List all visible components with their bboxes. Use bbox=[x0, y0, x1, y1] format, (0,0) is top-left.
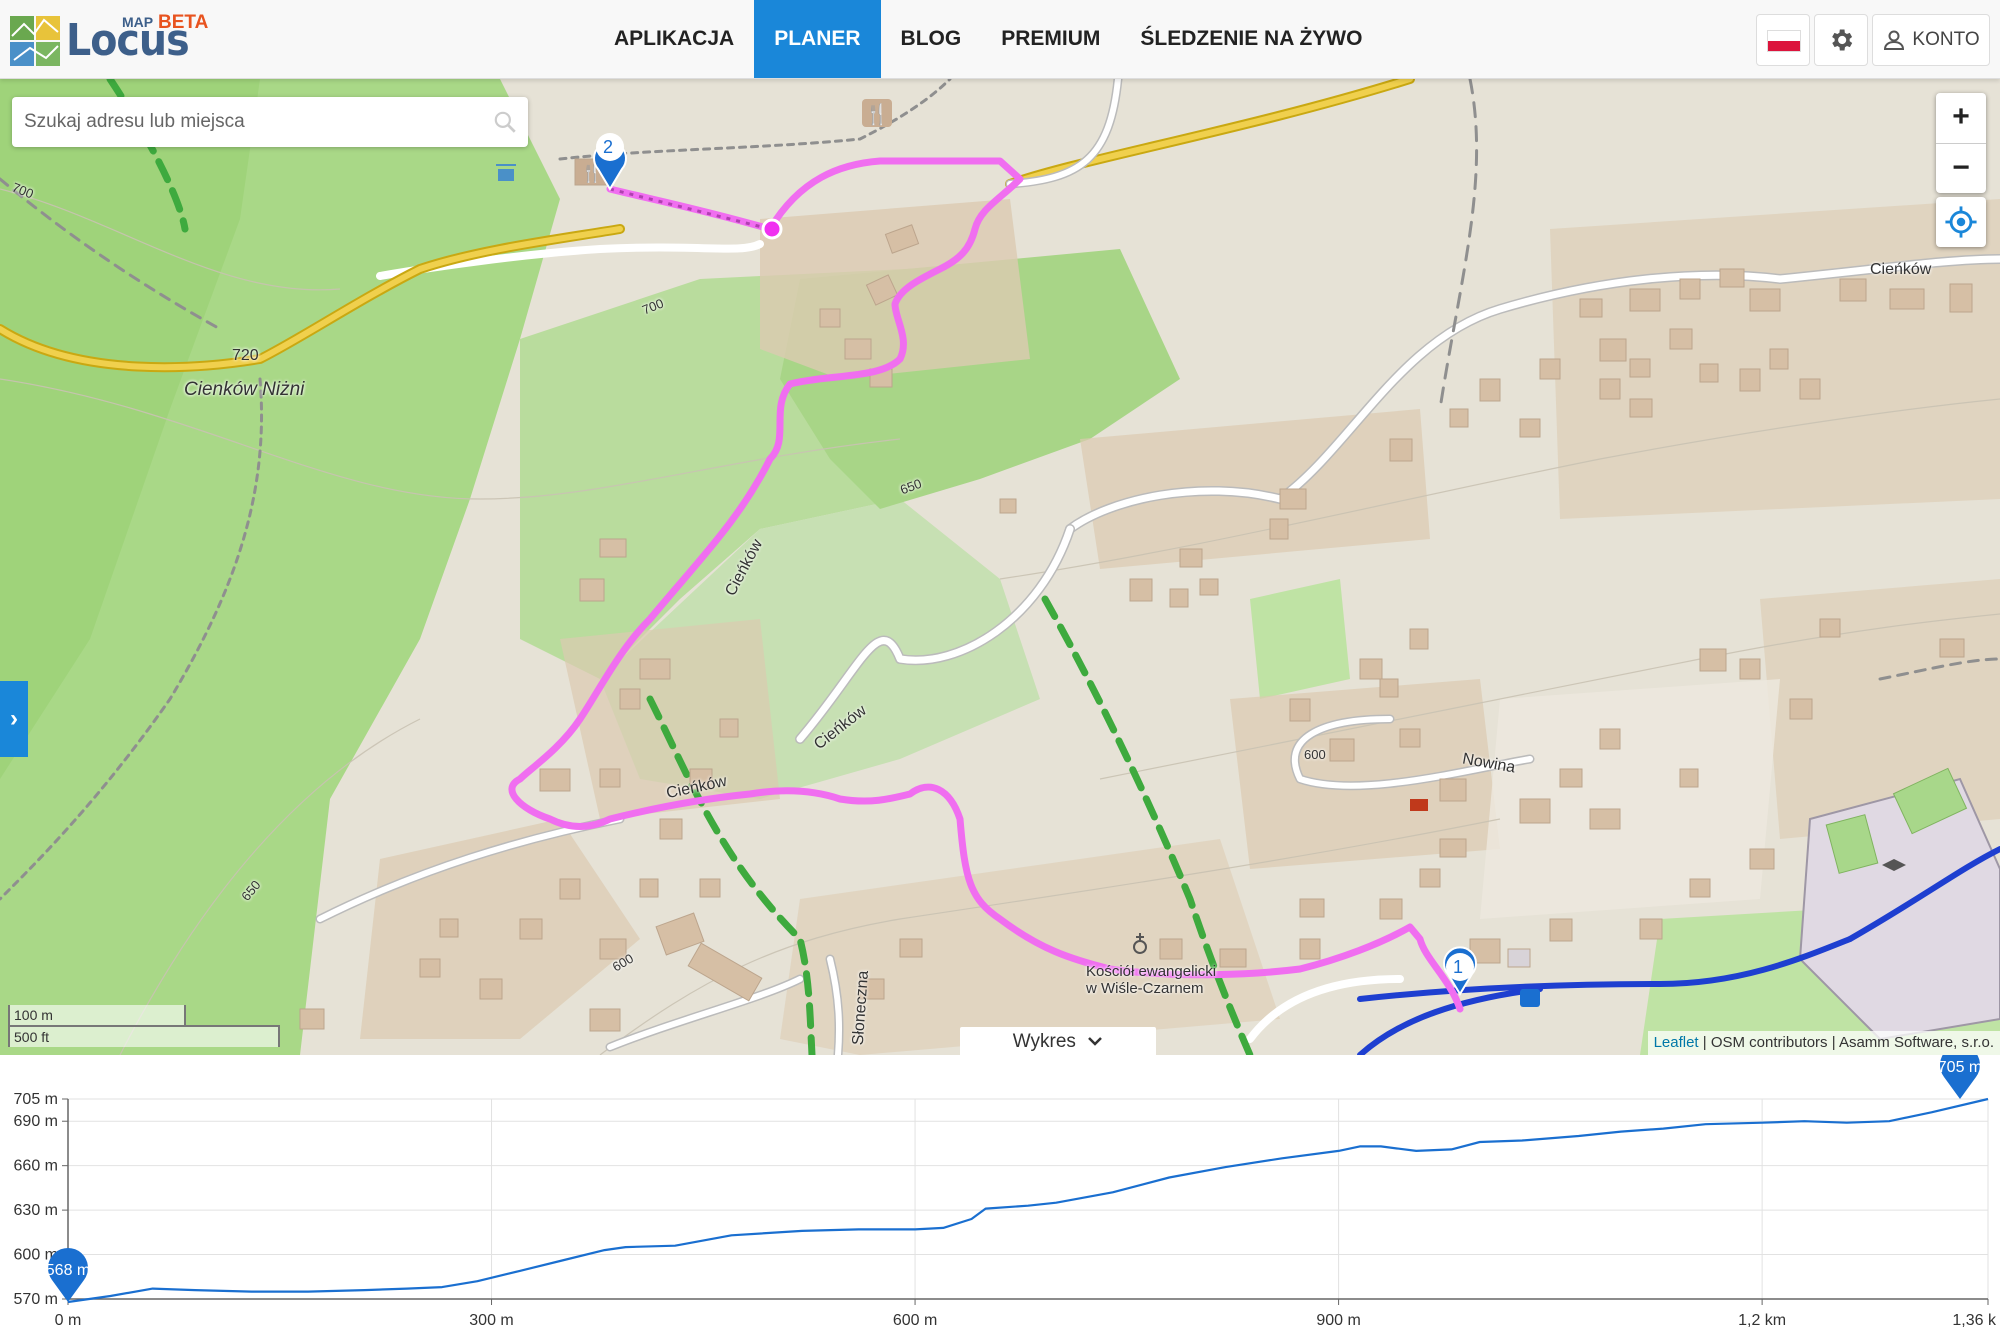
locus-logo[interactable]: Locus MAP BETA bbox=[10, 12, 210, 68]
logo-tiles-icon bbox=[10, 16, 60, 66]
peak-elevation-label: 720 bbox=[232, 347, 259, 364]
x-tick-label: 1,36 k bbox=[1952, 1312, 1997, 1329]
main-nav: APLIKACJA PLANER BLOG PREMIUM ŚLEDZENIE NA Ż… bbox=[594, 0, 1382, 78]
nav-item-planer[interactable]: PLANER bbox=[754, 0, 881, 78]
svg-text:🍴: 🍴 bbox=[865, 102, 890, 126]
nav-item-aplikacja[interactable]: APLIKACJA bbox=[594, 0, 754, 78]
top-header: Locus MAP BETA APLIKACJA PLANER BLOG PREMIU… bbox=[0, 0, 2000, 79]
logo-map-label: MAP bbox=[122, 14, 154, 30]
settings-button[interactable] bbox=[1814, 14, 1868, 66]
logo-beta-label: BETA bbox=[158, 12, 209, 33]
waypoint-2-label: 2 bbox=[603, 137, 614, 157]
language-button[interactable] bbox=[1756, 14, 1810, 66]
chart-toggle-button[interactable]: Wykres bbox=[960, 1027, 1156, 1055]
elevation-series-line[interactable] bbox=[67, 1097, 1989, 1304]
bus-stop-icon bbox=[1520, 989, 1540, 1007]
search-icon[interactable] bbox=[492, 109, 518, 135]
end-elevation-marker-label: 705 m bbox=[1938, 1059, 1982, 1076]
waypoint-1-label: 1 bbox=[1453, 957, 1464, 977]
church-label-line1: Kościół ewangelicki bbox=[1086, 963, 1217, 980]
start-elevation-marker-label: 568 m bbox=[46, 1262, 90, 1279]
y-tick-label: 660 m bbox=[14, 1158, 58, 1175]
scale-imperial: 500 ft bbox=[8, 1025, 280, 1047]
street-label-cienkow-1: Cieńków bbox=[1870, 261, 1932, 278]
hotel-icon bbox=[1410, 799, 1428, 811]
gear-icon bbox=[1832, 29, 1853, 51]
search-input[interactable] bbox=[12, 97, 494, 147]
elevation-chart[interactable]: 570 m 600 m 630 m 660 m 690 m 705 m0 m 300 m 60… bbox=[0, 1045, 2000, 1332]
zoom-in-button[interactable]: + bbox=[1936, 93, 1986, 144]
route-midpoint-handle bbox=[761, 218, 783, 240]
poland-flag-icon bbox=[1767, 30, 1801, 52]
scale-metric: 100 m bbox=[8, 1005, 186, 1027]
y-tick-label: 690 m bbox=[14, 1113, 58, 1130]
chevron-down-icon bbox=[1088, 1037, 1103, 1046]
nav-item-premium[interactable]: PREMIUM bbox=[981, 0, 1120, 78]
x-tick-label: 300 m bbox=[469, 1312, 513, 1329]
church-label-line2: w Wiśle-Czarnem bbox=[1086, 980, 1204, 997]
map-attribution: Leaflet | OSM contributors | Asamm Softw… bbox=[1647, 1031, 2000, 1055]
attribution-text: | OSM contributors | Asamm Software, s.r… bbox=[1698, 1034, 1994, 1051]
chevron-right-icon: › bbox=[10, 705, 18, 732]
chart-toggle-label: Wykres bbox=[1012, 1031, 1076, 1052]
y-tick-label: 570 m bbox=[14, 1291, 58, 1308]
map-base-layer[interactable]: 🍴 🍴 bbox=[0, 79, 2000, 1055]
x-tick-label: 1,2 km bbox=[1738, 1312, 1786, 1329]
x-tick-label: 900 m bbox=[1316, 1312, 1360, 1329]
x-tick-label: 0 m bbox=[55, 1312, 82, 1329]
account-button[interactable]: KONTO bbox=[1872, 14, 1990, 66]
leaflet-link[interactable]: Leaflet bbox=[1654, 1034, 1699, 1051]
nav-item-śledzenie-na-żywo[interactable]: ŚLEDZENIE NA ŻYWO bbox=[1120, 0, 1382, 78]
y-tick-label: 705 m bbox=[14, 1091, 58, 1108]
zoom-control: + − bbox=[1936, 93, 1986, 193]
map-view[interactable]: 🍴 🍴 2 1 Cienków Niżni 720 Cieńków Cieńkó… bbox=[0, 79, 2000, 1055]
search-box[interactable] bbox=[12, 97, 528, 147]
place-label: Cienków Niżni bbox=[184, 379, 305, 400]
sidebar-toggle-button[interactable]: › bbox=[0, 681, 28, 757]
x-tick-label: 600 m bbox=[893, 1312, 937, 1329]
map-scale: 100 m 500 ft bbox=[8, 1005, 280, 1047]
restaurant-icon: 🍴 bbox=[862, 99, 892, 127]
crosshair-icon bbox=[1945, 206, 1977, 238]
user-icon bbox=[1884, 30, 1905, 50]
zoom-out-button[interactable]: − bbox=[1936, 144, 1986, 194]
locate-button[interactable] bbox=[1936, 197, 1986, 247]
y-tick-label: 630 m bbox=[14, 1202, 58, 1219]
contour-label-5: 600 bbox=[1304, 747, 1326, 762]
elevation-chart-svg[interactable]: 570 m600 m630 m660 m690 m705 m0 m 300 m 60… bbox=[0, 1045, 2000, 1332]
nav-item-blog[interactable]: BLOG bbox=[881, 0, 982, 78]
account-label: KONTO bbox=[1912, 29, 1980, 50]
